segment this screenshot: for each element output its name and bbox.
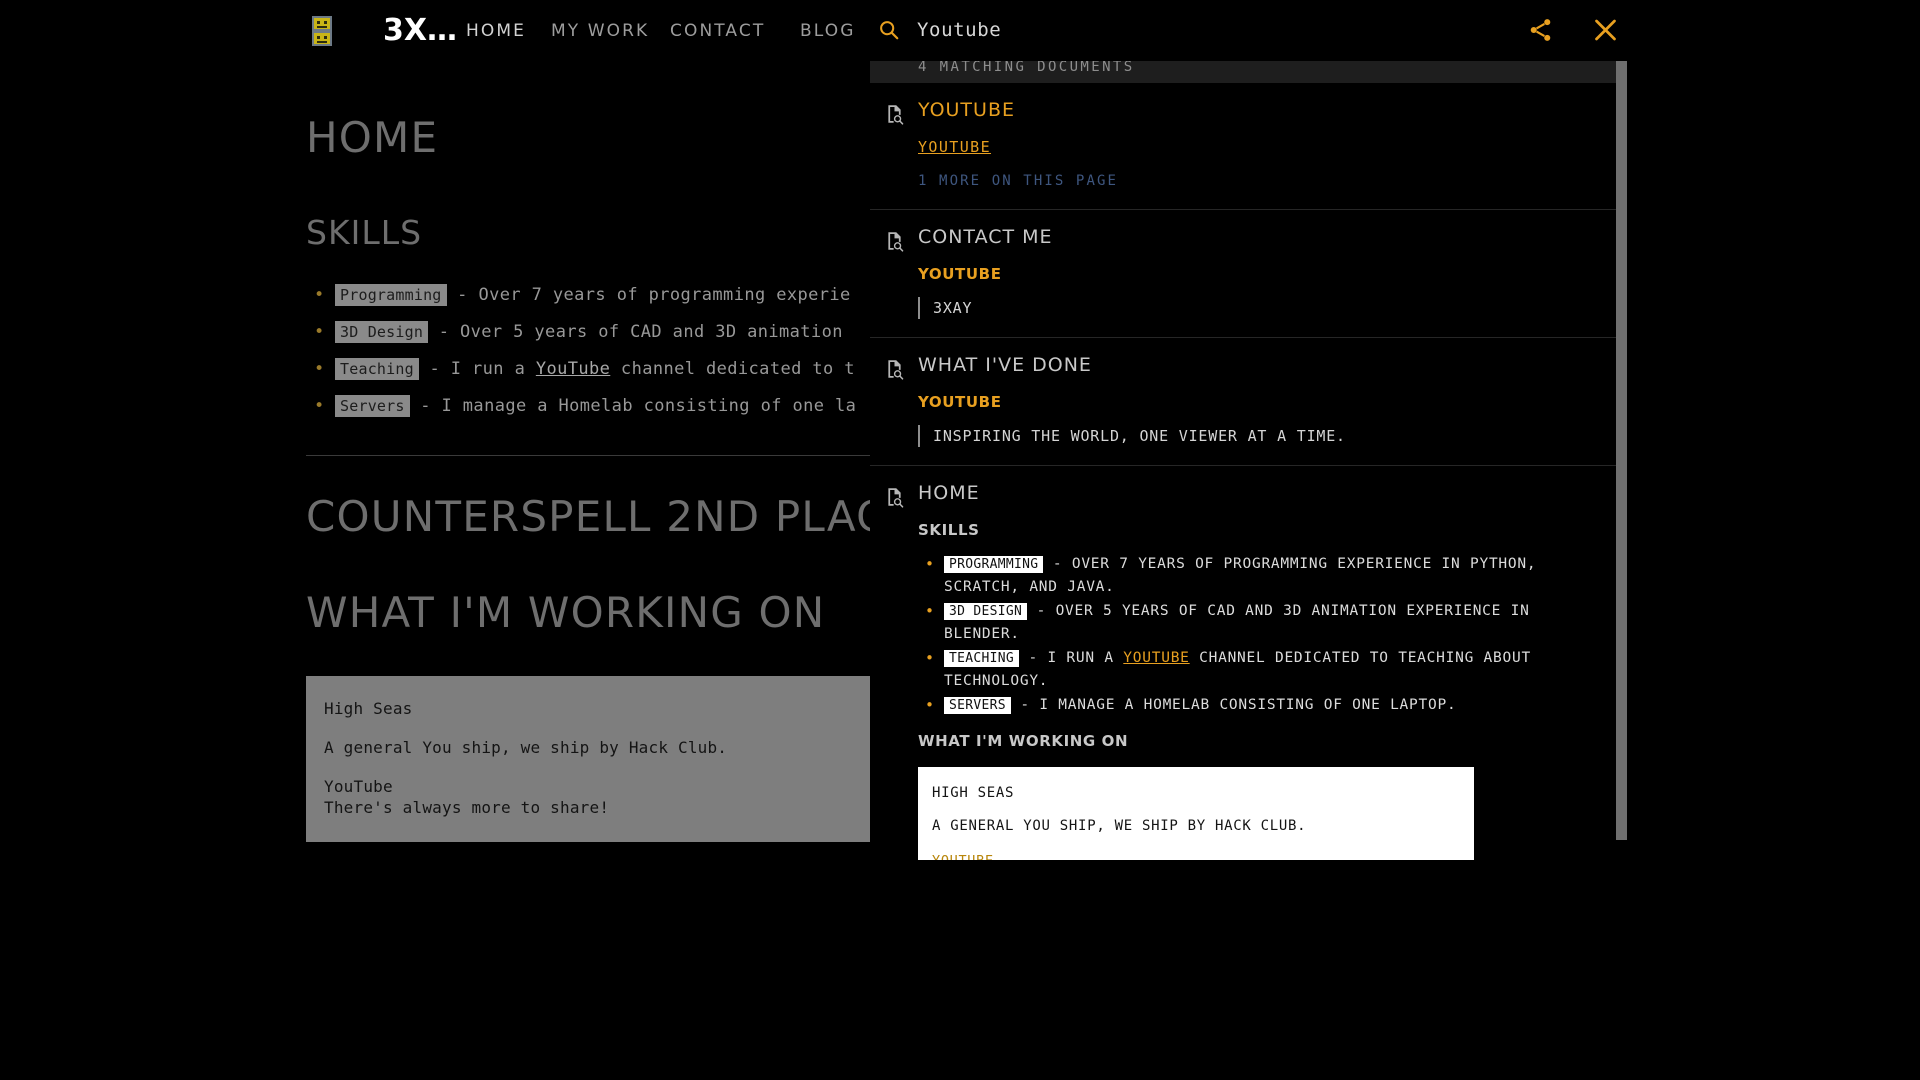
skill-tag: TEACHING [944,650,1020,667]
result-title: HOME [918,482,980,504]
document-search-icon [888,360,904,380]
youtube-link[interactable]: YOUTUBE [1123,650,1189,666]
result-title: WHAT I'VE DONE [918,354,1092,376]
skill-tag: Teaching [335,358,419,380]
skill-text: - I manage a Homelab consisting of one l… [409,396,857,416]
skill-tag: 3D Design [335,321,429,343]
skill-text-pre: - I run a [418,359,536,379]
panel-scrollbar-thumb[interactable] [1616,50,1627,840]
top-navbar: 3X… HOME MY WORK CONTACT BLOG [0,0,1920,61]
skill-text: - Over 7 years of programming experie [446,285,851,305]
result-quote: 3XAY [918,297,1606,319]
search-result-item[interactable]: YOUTUBE YOUTUBE 1 MORE ON THIS PAGE [870,83,1620,210]
result-quote: INSPIRING THE WORLD, ONE VIEWER AT A TIM… [918,425,1606,447]
skill-text-pre: - I RUN A [1019,650,1124,666]
skill-text: - Over 5 years of CAD and 3D animation [428,322,843,342]
search-input[interactable] [917,17,1377,43]
result-subheading: YOUTUBE [918,393,1002,411]
search-result-item[interactable]: HOME SKILLS PROGRAMMING - OVER 7 YEARS O… [870,466,1620,860]
document-search-icon [888,488,904,508]
list-item: SERVERS - I MANAGE A HOMELAB CONSISTING … [918,694,1596,717]
search-result-item[interactable]: CONTACT ME YOUTUBE 3XAY [870,210,1620,338]
skill-text: - OVER 5 YEARS OF CAD AND 3D ANIMATION E… [944,603,1530,642]
result-title: YOUTUBE [918,99,1015,121]
result-link[interactable]: YOUTUBE [918,136,991,158]
result-more-link[interactable]: 1 MORE ON THIS PAGE [918,171,1606,191]
search-result-item[interactable]: WHAT I'VE DONE YOUTUBE INSPIRING THE WOR… [870,338,1620,466]
result-title: CONTACT ME [918,226,1053,248]
search-results-panel: 4 MATCHING DOCUMENTS YOUTUBE YOUTUBE 1 M… [870,50,1620,860]
document-search-icon [888,232,904,252]
share-icon[interactable] [1527,16,1554,44]
card-title: HIGH SEAS [932,785,1015,801]
card-link[interactable]: YOUTUBE [932,853,994,860]
result-project-card: HIGH SEAS A GENERAL YOU SHIP, WE SHIP BY… [918,767,1474,860]
brand-title[interactable]: 3X… [383,11,457,51]
skill-tag: 3D DESIGN [944,603,1028,620]
nav-link-blog[interactable]: BLOG [800,20,855,42]
panel-scrollbar[interactable] [1616,50,1627,860]
skill-text-post: channel dedicated to t [610,359,855,379]
skill-tag: SERVERS [944,697,1011,714]
pixel-face-logo-icon[interactable] [311,15,333,47]
result-subheading: SKILLS [918,521,980,539]
nav-link-my-work[interactable]: MY WORK [551,20,649,42]
nav-link-contact[interactable]: CONTACT [670,20,765,42]
result-working-heading: WHAT I'M WORKING ON [918,732,1129,750]
search-icon[interactable] [878,19,900,41]
list-item: 3D DESIGN - OVER 5 YEARS OF CAD AND 3D A… [918,600,1596,645]
search-area [878,13,1377,47]
result-subheading: YOUTUBE [918,265,1002,283]
card-body: A GENERAL YOU SHIP, WE SHIP BY HACK CLUB… [932,818,1307,834]
skill-tag: Programming [335,284,447,306]
youtube-link[interactable]: YouTube [536,359,610,379]
result-skills-list: PROGRAMMING - OVER 7 YEARS OF PROGRAMMIN… [918,553,1606,717]
nav-link-home[interactable]: HOME [466,20,526,42]
close-icon[interactable] [1592,16,1619,44]
list-item: PROGRAMMING - OVER 7 YEARS OF PROGRAMMIN… [918,553,1596,598]
skill-text: - I MANAGE A HOMELAB CONSISTING OF ONE L… [1010,697,1457,713]
document-search-icon [888,105,904,125]
list-item: TEACHING - I RUN A YOUTUBE CHANNEL DEDIC… [918,647,1596,692]
skill-tag: PROGRAMMING [944,556,1044,573]
skill-tag: Servers [335,395,410,417]
